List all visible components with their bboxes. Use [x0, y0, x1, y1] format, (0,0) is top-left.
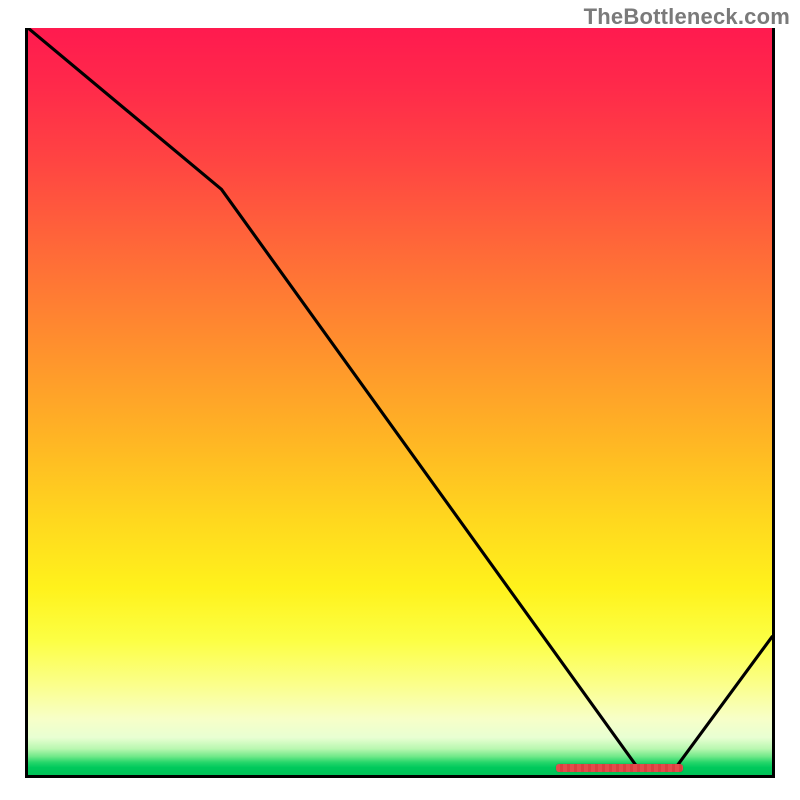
chart-line-layer	[28, 28, 772, 775]
chart-plot-area	[25, 28, 775, 778]
optimal-range-marker	[556, 764, 682, 772]
watermark-text: TheBottleneck.com	[584, 4, 790, 30]
series-curve	[28, 28, 772, 768]
